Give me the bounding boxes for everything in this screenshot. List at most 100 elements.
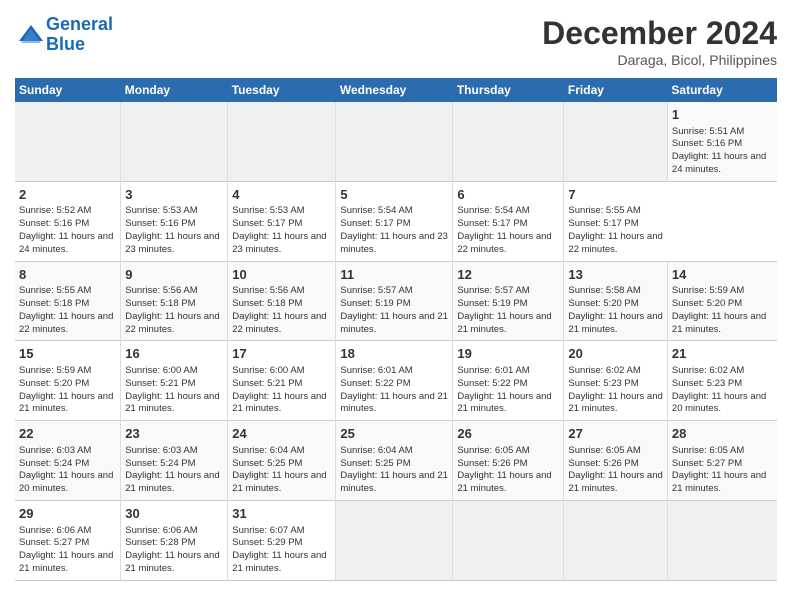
day-number: 31 <box>232 505 331 523</box>
day-cell-17: 17Sunrise: 6:00 AMSunset: 5:21 PMDayligh… <box>228 341 336 421</box>
sunrise: Sunrise: 5:55 AM <box>568 205 640 216</box>
sunset: Sunset: 5:22 PM <box>457 378 527 389</box>
sunset: Sunset: 5:27 PM <box>19 537 89 548</box>
sunset: Sunset: 5:17 PM <box>232 218 302 229</box>
sunset: Sunset: 5:25 PM <box>340 458 410 469</box>
calendar-table: SundayMondayTuesdayWednesdayThursdayFrid… <box>15 78 777 581</box>
daylight: Daylight: 11 hours and 21 minutes. <box>125 391 219 415</box>
daylight: Daylight: 11 hours and 21 minutes. <box>19 391 113 415</box>
day-number: 19 <box>457 345 559 363</box>
sunset: Sunset: 5:20 PM <box>19 378 89 389</box>
empty-cell <box>564 500 667 580</box>
sunrise: Sunrise: 6:05 AM <box>672 445 744 456</box>
empty-cell <box>121 102 228 181</box>
day-cell-5: 5Sunrise: 5:54 AMSunset: 5:17 PMDaylight… <box>336 181 453 261</box>
day-cell-19: 19Sunrise: 6:01 AMSunset: 5:22 PMDayligh… <box>453 341 564 421</box>
sunset: Sunset: 5:20 PM <box>568 298 638 309</box>
sunset: Sunset: 5:23 PM <box>672 378 742 389</box>
daylight: Daylight: 11 hours and 24 minutes. <box>672 151 766 175</box>
sunrise: Sunrise: 6:06 AM <box>19 525 91 536</box>
day-cell-7: 7Sunrise: 5:55 AMSunset: 5:17 PMDaylight… <box>564 181 667 261</box>
day-cell-11: 11Sunrise: 5:57 AMSunset: 5:19 PMDayligh… <box>336 261 453 341</box>
daylight: Daylight: 11 hours and 22 minutes. <box>457 231 551 255</box>
sunrise: Sunrise: 6:05 AM <box>457 445 529 456</box>
daylight: Daylight: 11 hours and 20 minutes. <box>19 470 113 494</box>
sunset: Sunset: 5:18 PM <box>19 298 89 309</box>
week-row-2: 2Sunrise: 5:52 AMSunset: 5:16 PMDaylight… <box>15 181 777 261</box>
day-number: 8 <box>19 266 116 284</box>
day-number: 22 <box>19 425 116 443</box>
sunset: Sunset: 5:16 PM <box>672 138 742 149</box>
day-cell-1: 1Sunrise: 5:51 AMSunset: 5:16 PMDaylight… <box>667 102 777 181</box>
day-number: 26 <box>457 425 559 443</box>
col-header-thursday: Thursday <box>453 78 564 102</box>
sunset: Sunset: 5:27 PM <box>672 458 742 469</box>
day-number: 12 <box>457 266 559 284</box>
day-cell-13: 13Sunrise: 5:58 AM Sunset: 5:20 PM Dayligh… <box>564 261 667 341</box>
empty-cell <box>453 102 564 181</box>
day-number: 27 <box>568 425 662 443</box>
day-number: 18 <box>340 345 448 363</box>
sunset: Sunset: 5:25 PM <box>232 458 302 469</box>
day-number: 30 <box>125 505 223 523</box>
day-cell-29: 29 Sunrise: 6:06 AMSunset: 5:27 PM Dayligh… <box>15 500 121 580</box>
sunset: Sunset: 5:20 PM <box>672 298 742 309</box>
day-number: 3 <box>125 186 223 204</box>
sunrise: Sunrise: 5:53 AM <box>125 205 197 216</box>
daylight: Daylight: 11 hours and 22 minutes. <box>19 311 113 335</box>
daylight: Daylight: 11 hours and 22 minutes. <box>568 231 662 255</box>
daylight: Daylight: 11 hours and 21 minutes. <box>672 311 766 335</box>
sunrise: Sunrise: 5:53 AM <box>232 205 304 216</box>
daylight: Daylight: 11 hours and 21 minutes. <box>568 391 662 415</box>
daylight: Daylight: 11 hours and 21 minutes. <box>457 470 551 494</box>
daylight: Daylight: 11 hours and 23 minutes. <box>232 231 326 255</box>
day-cell-18: 18Sunrise: 6:01 AMSunset: 5:22 PMDayligh… <box>336 341 453 421</box>
sunset: Sunset: 5:19 PM <box>340 298 410 309</box>
day-cell-22: 22Sunrise: 6:03 AMSunset: 5:24 PMDayligh… <box>15 421 121 501</box>
day-number: 15 <box>19 345 116 363</box>
sunset: Sunset: 5:17 PM <box>568 218 638 229</box>
day-cell-3: 3Sunrise: 5:53 AMSunset: 5:16 PMDaylight… <box>121 181 228 261</box>
sunrise: Sunrise: 5:59 AM <box>19 365 91 376</box>
sunset: Sunset: 5:19 PM <box>457 298 527 309</box>
daylight: Daylight: 11 hours and 23 minutes. <box>340 231 448 255</box>
day-cell-15: 15 Sunrise: 5:59 AM Sunset: 5:20 PM Dayligh… <box>15 341 121 421</box>
sunset: Sunset: 5:18 PM <box>232 298 302 309</box>
week-row-6: 29 Sunrise: 6:06 AMSunset: 5:27 PM Dayligh… <box>15 500 777 580</box>
day-number: 2 <box>19 186 116 204</box>
day-number: 5 <box>340 186 448 204</box>
daylight: Daylight: 11 hours and 21 minutes. <box>232 391 326 415</box>
day-cell-30: 30Sunrise: 6:06 AMSunset: 5:28 PMDayligh… <box>121 500 228 580</box>
empty-cell <box>228 102 336 181</box>
day-cell-9: 9Sunrise: 5:56 AMSunset: 5:18 PMDaylight… <box>121 261 228 341</box>
sunset: Sunset: 5:24 PM <box>125 458 195 469</box>
week-row-4: 15 Sunrise: 5:59 AM Sunset: 5:20 PM Dayligh… <box>15 341 777 421</box>
sunrise: Sunrise: 6:02 AM <box>568 365 640 376</box>
day-number: 28 <box>672 425 773 443</box>
empty-cell <box>336 500 453 580</box>
sunrise: Sunrise: 6:01 AM <box>340 365 412 376</box>
daylight: Daylight: 11 hours and 21 minutes. <box>568 311 662 335</box>
day-number: 29 <box>19 505 116 523</box>
day-number: 23 <box>125 425 223 443</box>
daylight: Daylight: 11 hours and 21 minutes. <box>19 550 113 574</box>
day-number: 9 <box>125 266 223 284</box>
daylight: Daylight: 11 hours and 21 minutes. <box>340 470 448 494</box>
col-header-monday: Monday <box>121 78 228 102</box>
day-number: 4 <box>232 186 331 204</box>
week-row-1: 1Sunrise: 5:51 AMSunset: 5:16 PMDaylight… <box>15 102 777 181</box>
sunrise: Sunrise: 5:57 AM <box>457 285 529 296</box>
daylight: Daylight: 11 hours and 23 minutes. <box>125 231 219 255</box>
sunset: Sunset: 5:17 PM <box>457 218 527 229</box>
sunrise: Sunrise: 5:56 AM <box>232 285 304 296</box>
title-area: December 2024 Daraga, Bicol, Philippines <box>542 15 777 68</box>
day-number: 13 <box>568 266 662 284</box>
sunrise: Sunrise: 6:05 AM <box>568 445 640 456</box>
sunrise: Sunrise: 6:03 AM <box>125 445 197 456</box>
sunrise: Sunrise: 5:58 AM <box>568 285 640 296</box>
sunrise: Sunrise: 6:00 AM <box>232 365 304 376</box>
sunrise: Sunrise: 5:59 AM <box>672 285 744 296</box>
sunset: Sunset: 5:17 PM <box>340 218 410 229</box>
day-cell-20: 20Sunrise: 6:02 AMSunset: 5:23 PMDayligh… <box>564 341 667 421</box>
day-cell-25: 25Sunrise: 6:04 AMSunset: 5:25 PMDayligh… <box>336 421 453 501</box>
